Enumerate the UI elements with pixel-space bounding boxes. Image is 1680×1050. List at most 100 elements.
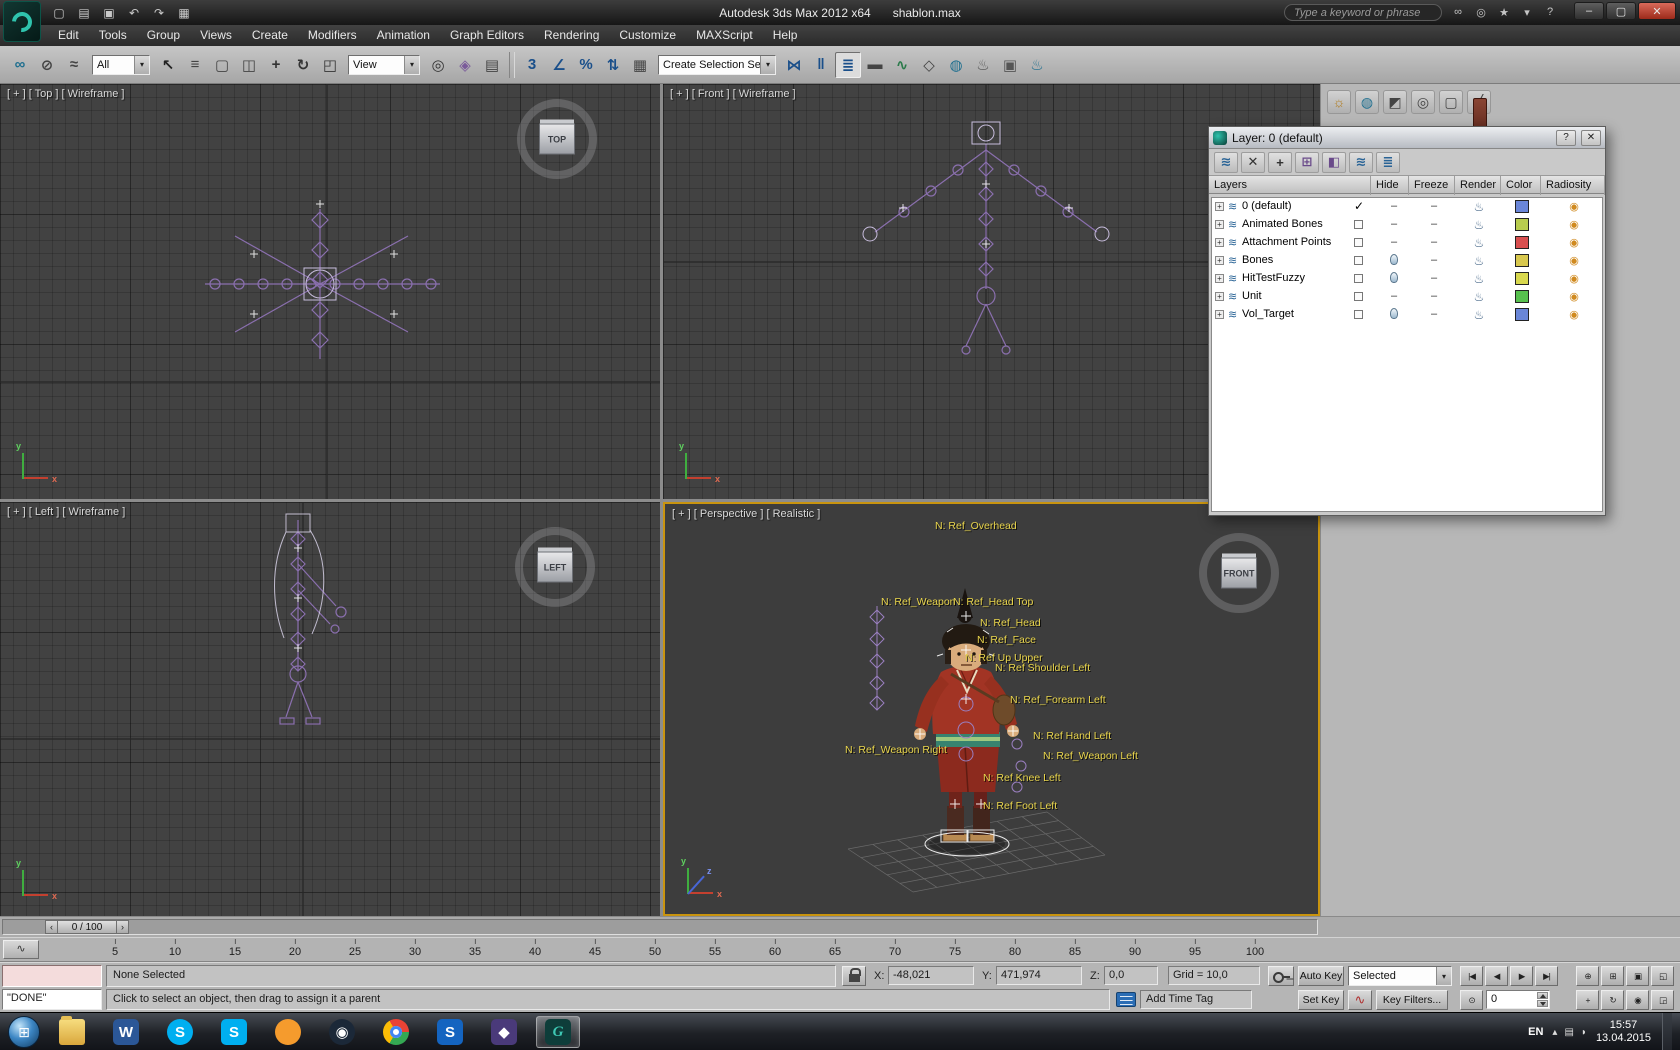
radiosity-cell[interactable]: ◉ [1555,218,1593,231]
graphite-ribbon-icon[interactable]: ▬ [862,52,888,78]
select-and-move-icon[interactable]: + [263,52,289,78]
time-slider-track[interactable]: ‹ 0 / 100 › [2,919,1318,935]
current-layer-cell[interactable] [1354,220,1363,229]
select-and-link-icon[interactable]: ∞ [7,52,33,78]
redo-icon[interactable]: ↷ [148,3,170,22]
taskbar-media-app[interactable]: ◆ [482,1016,526,1048]
view-cube-face[interactable]: TOP [539,124,575,155]
chevron-down-icon[interactable]: ▾ [134,56,149,74]
hide-cell[interactable]: – [1380,236,1408,248]
zoom-extents-icon[interactable]: ▣ [1626,966,1649,986]
taskbar-3dsmax[interactable]: G [536,1016,580,1048]
add-to-layer-icon[interactable]: + [1268,152,1292,173]
column-header-freeze[interactable]: Freeze [1409,176,1455,195]
freeze-cell[interactable]: – [1415,272,1453,284]
curve-editor-icon[interactable]: ∿ [889,52,915,78]
layer-color-swatch[interactable] [1515,218,1529,231]
layer-color-swatch[interactable] [1515,290,1529,303]
open-file-icon[interactable]: ▤ [73,3,95,22]
align-icon[interactable]: ‖ [808,52,834,78]
tray-expand-icon[interactable]: ▴ [1552,1027,1557,1038]
render-cell[interactable]: ♨ [1460,200,1498,214]
go-to-end-icon[interactable]: ▶| [1535,966,1558,986]
pan-icon[interactable]: + [1576,990,1599,1010]
expand-icon[interactable]: + [1215,310,1224,319]
set-current-layer-icon[interactable]: ◧ [1322,152,1346,173]
taskbar-explorer[interactable] [50,1016,94,1048]
maximize-viewport-toggle-icon[interactable]: ◲ [1651,990,1674,1010]
freeze-cell[interactable]: – [1415,218,1453,230]
coord-y-field[interactable]: 471,974 [996,966,1082,985]
set-key-button[interactable]: Set Key [1298,990,1344,1010]
layer-manager-icon[interactable]: ≣ [835,52,861,78]
layer-color-swatch[interactable] [1515,254,1529,267]
expand-icon[interactable]: + [1215,274,1224,283]
merge-layers-icon[interactable]: ≋ [1349,152,1373,173]
menu-graph-editors[interactable]: Graph Editors [440,25,534,46]
hide-cell[interactable]: – [1380,200,1408,212]
viewport-left[interactable]: [ + ] [ Left ] [ Wireframe ] LEFT x y [0,502,660,916]
search-icon[interactable]: ∞ [1448,3,1468,21]
taskbar-skype-2[interactable]: S [212,1016,256,1048]
key-mode-toggle[interactable]: ⊙ [1460,990,1483,1010]
render-cell[interactable]: ♨ [1460,308,1498,322]
current-layer-cell[interactable] [1354,292,1363,301]
render-cell[interactable]: ♨ [1460,290,1498,304]
favorites-icon[interactable]: ★ [1494,3,1514,21]
menu-rendering[interactable]: Rendering [534,25,609,46]
menu-maxscript[interactable]: MAXScript [686,25,763,46]
layer-properties-icon[interactable]: ≣ [1376,152,1400,173]
column-header-radiosity[interactable]: Radiosity [1541,176,1605,195]
taskbar-word[interactable]: W [104,1016,148,1048]
select-layer-objects-icon[interactable]: ⊞ [1295,152,1319,173]
view-cube[interactable]: FRONT [1196,530,1282,616]
render-cell[interactable]: ♨ [1460,218,1498,232]
key-mode-dropdown[interactable]: Selected ▾ [1348,966,1452,986]
rendered-frame-window-icon[interactable]: ▣ [997,52,1023,78]
render-setup-icon[interactable]: ♨ [970,52,996,78]
view-cube[interactable]: TOP [514,96,600,182]
layer-color-swatch[interactable] [1515,236,1529,249]
go-to-start-icon[interactable]: |◀ [1460,966,1483,986]
chevron-down-icon[interactable]: ▾ [1436,967,1451,985]
expand-icon[interactable]: + [1215,220,1224,229]
zoom-region-icon[interactable]: ◱ [1651,966,1674,986]
dialog-close-button[interactable]: ✕ [1581,130,1601,146]
viewport-perspective[interactable]: N: Ref_OverheadN: Ref_WeaponN: Ref_Head … [663,502,1320,916]
key-filters-button[interactable]: Key Filters... [1376,990,1448,1010]
layer-color-swatch[interactable] [1515,272,1529,285]
undo-icon[interactable]: ↶ [123,3,145,22]
chevron-down-icon[interactable]: ▾ [760,56,775,74]
select-and-scale-icon[interactable]: ◰ [317,52,343,78]
hide-cell[interactable] [1380,308,1408,322]
taskbar-orange-app[interactable] [266,1016,310,1048]
layer-color-swatch[interactable] [1515,308,1529,321]
hide-cell[interactable]: – [1380,290,1408,302]
layer-row[interactable]: +≋Bones–♨◉ [1212,252,1602,270]
edit-named-selection-sets-icon[interactable]: ▦ [627,52,653,78]
create-new-layer-icon[interactable]: ≋ [1214,152,1238,173]
keyboard-shortcut-override-icon[interactable]: ▤ [479,52,505,78]
render-cell[interactable]: ♨ [1460,272,1498,286]
layer-row[interactable]: +≋Animated Bones––♨◉ [1212,216,1602,234]
add-time-tag-field[interactable]: Add Time Tag [1140,990,1252,1009]
set-keys-button[interactable] [1268,966,1294,986]
language-indicator[interactable]: EN [1528,1026,1543,1038]
taskbar-steam[interactable]: ◉ [320,1016,364,1048]
schematic-view-icon[interactable]: ◇ [916,52,942,78]
menu-animation[interactable]: Animation [367,25,440,46]
taskbar-skype[interactable]: S [158,1016,202,1048]
render-cell[interactable]: ♨ [1460,236,1498,250]
spinner-up-icon[interactable] [1537,992,1548,999]
expand-icon[interactable]: + [1215,202,1224,211]
percent-snap-toggle-icon[interactable]: % [573,52,599,78]
column-header-color[interactable]: Color [1501,176,1541,195]
delete-layer-icon[interactable]: ✕ [1241,152,1265,173]
radiosity-cell[interactable]: ◉ [1555,290,1593,303]
radiosity-cell[interactable]: ◉ [1555,308,1593,321]
community-icon[interactable]: ◎ [1471,3,1491,21]
layer-row[interactable]: +≋Attachment Points––♨◉ [1212,234,1602,252]
select-and-rotate-icon[interactable]: ↻ [290,52,316,78]
viewport-label-perspective[interactable]: [ + ] [ Perspective ] [ Realistic ] [672,508,820,520]
keyboard-shortcut-icon[interactable] [1116,992,1136,1007]
